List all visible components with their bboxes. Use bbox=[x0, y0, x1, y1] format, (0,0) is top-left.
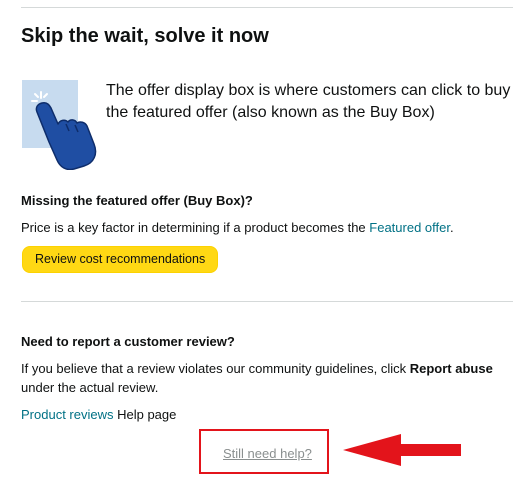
help-page-label: Help page bbox=[113, 407, 177, 422]
hero-description: The offer display box is where customers… bbox=[106, 82, 511, 121]
buybox-description-prefix: Price is a key factor in determining if … bbox=[21, 220, 370, 235]
product-reviews-link[interactable]: Product reviews bbox=[21, 407, 113, 422]
featured-offer-link[interactable]: Featured offer bbox=[369, 220, 450, 235]
page-title: Skip the wait, solve it now bbox=[21, 25, 269, 47]
buybox-description: Price is a key factor in determining if … bbox=[21, 218, 454, 237]
still-need-help-link[interactable]: Still need help? bbox=[223, 446, 312, 462]
section-divider bbox=[21, 301, 513, 302]
left-arrow-icon bbox=[343, 432, 461, 468]
report-description-suffix: under the actual review. bbox=[21, 380, 159, 395]
report-abuse-label: Report abuse bbox=[409, 361, 493, 376]
buybox-section-title: Missing the featured offer (Buy Box)? bbox=[21, 193, 253, 208]
report-section-title: Need to report a customer review? bbox=[21, 334, 235, 349]
hand-pointing-tap-icon bbox=[22, 80, 102, 171]
report-description-prefix: If you believe that a review violates ou… bbox=[21, 361, 410, 376]
review-cost-recommendations-button[interactable]: Review cost recommendations bbox=[22, 246, 219, 273]
product-reviews-help-line: Product reviews Help page bbox=[21, 405, 176, 424]
buybox-description-suffix: . bbox=[450, 220, 454, 235]
report-description: If you believe that a review violates ou… bbox=[21, 359, 501, 397]
top-divider bbox=[21, 7, 513, 8]
